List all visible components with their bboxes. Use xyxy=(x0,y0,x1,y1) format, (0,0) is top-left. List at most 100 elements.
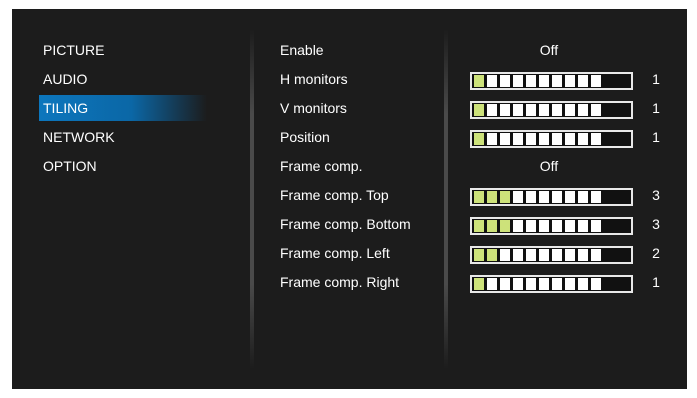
setting-label-h-monitors[interactable]: H monitors xyxy=(280,66,348,92)
slider-segment xyxy=(487,278,497,290)
setting-label-frame-comp[interactable]: Frame comp. xyxy=(280,153,362,179)
slider-segment xyxy=(487,133,497,145)
slider-segment xyxy=(487,249,497,261)
frame-comp-left-slider[interactable] xyxy=(470,246,633,264)
setting-label-frame-comp-top[interactable]: Frame comp. Top xyxy=(280,182,389,208)
slider-segment xyxy=(526,220,536,232)
menu-item-picture[interactable]: PICTURE xyxy=(39,37,207,63)
menu-item-network[interactable]: NETWORK xyxy=(39,124,207,150)
setting-label-position[interactable]: Position xyxy=(280,124,330,150)
slider-segment xyxy=(474,104,484,116)
slider-segment xyxy=(513,220,523,232)
slider-segment xyxy=(500,75,510,87)
slider-segment xyxy=(578,133,588,145)
slider-segment xyxy=(565,191,575,203)
setting-value-frame-comp-top: 3 xyxy=(652,187,660,203)
slider-segment xyxy=(526,75,536,87)
setting-value-frame-comp-right: 1 xyxy=(652,274,660,290)
frame-comp-top-slider[interactable] xyxy=(470,188,633,206)
slider-segment xyxy=(474,278,484,290)
setting-label-enable[interactable]: Enable xyxy=(280,37,324,63)
slider-segment xyxy=(539,249,549,261)
setting-label-v-monitors[interactable]: V monitors xyxy=(280,95,347,121)
menu-item-audio[interactable]: AUDIO xyxy=(39,66,207,92)
slider-segment xyxy=(565,104,575,116)
slider-segment xyxy=(565,75,575,87)
slider-segment xyxy=(487,75,497,87)
slider-segment xyxy=(500,191,510,203)
osd-menu: PICTURE AUDIO TILING NETWORK OPTION Enab… xyxy=(12,9,687,389)
slider-segment xyxy=(513,133,523,145)
slider-segment xyxy=(578,191,588,203)
slider-segment xyxy=(500,249,510,261)
slider-segment xyxy=(578,249,588,261)
slider-segment xyxy=(474,75,484,87)
setting-value-h-monitors: 1 xyxy=(652,71,660,87)
setting-label-frame-comp-right[interactable]: Frame comp. Right xyxy=(280,269,399,295)
slider-segment xyxy=(539,133,549,145)
slider-segment xyxy=(526,191,536,203)
slider-segment xyxy=(552,191,562,203)
slider-segment xyxy=(526,249,536,261)
slider-segment xyxy=(539,75,549,87)
setting-value-v-monitors: 1 xyxy=(652,100,660,116)
slider-segment xyxy=(487,220,497,232)
slider-segment xyxy=(591,249,601,261)
setting-value-enable[interactable]: Off xyxy=(470,37,628,63)
slider-segment xyxy=(539,278,549,290)
v-monitors-slider[interactable] xyxy=(470,101,633,119)
slider-segment xyxy=(591,191,601,203)
slider-segment xyxy=(500,133,510,145)
slider-segment xyxy=(474,133,484,145)
slider-segment xyxy=(539,104,549,116)
slider-segment xyxy=(578,220,588,232)
slider-segment xyxy=(552,220,562,232)
slider-segment xyxy=(513,75,523,87)
slider-segment xyxy=(552,249,562,261)
slider-segment xyxy=(552,278,562,290)
slider-segment xyxy=(487,104,497,116)
slider-segment xyxy=(578,104,588,116)
setting-value-position: 1 xyxy=(652,129,660,145)
slider-segment xyxy=(526,278,536,290)
slider-segment xyxy=(591,220,601,232)
slider-segment xyxy=(565,133,575,145)
slider-segment xyxy=(591,104,601,116)
slider-segment xyxy=(487,191,497,203)
column-divider-left xyxy=(250,29,254,369)
slider-segment xyxy=(552,104,562,116)
setting-label-frame-comp-left[interactable]: Frame comp. Left xyxy=(280,240,390,266)
slider-segment xyxy=(539,191,549,203)
setting-value-frame-comp[interactable]: Off xyxy=(470,153,628,179)
menu-item-option[interactable]: OPTION xyxy=(39,153,207,179)
slider-segment xyxy=(565,220,575,232)
frame-comp-bottom-slider[interactable] xyxy=(470,217,633,235)
slider-segment xyxy=(539,220,549,232)
slider-segment xyxy=(552,133,562,145)
h-monitors-slider[interactable] xyxy=(470,72,633,90)
slider-segment xyxy=(500,278,510,290)
slider-segment xyxy=(474,249,484,261)
slider-segment xyxy=(500,104,510,116)
setting-label-frame-comp-bottom[interactable]: Frame comp. Bottom xyxy=(280,211,411,237)
slider-segment xyxy=(474,220,484,232)
column-divider-right xyxy=(444,29,448,369)
slider-segment xyxy=(552,75,562,87)
slider-segment xyxy=(578,75,588,87)
slider-segment xyxy=(565,249,575,261)
slider-segment xyxy=(526,133,536,145)
slider-segment xyxy=(591,133,601,145)
slider-segment xyxy=(578,278,588,290)
setting-value-frame-comp-left: 2 xyxy=(652,245,660,261)
slider-segment xyxy=(513,249,523,261)
slider-segment xyxy=(591,278,601,290)
setting-value-frame-comp-bottom: 3 xyxy=(652,216,660,232)
slider-segment xyxy=(526,104,536,116)
frame-comp-right-slider[interactable] xyxy=(470,275,633,293)
menu-item-tiling[interactable]: TILING xyxy=(39,95,207,121)
slider-segment xyxy=(500,220,510,232)
slider-segment xyxy=(513,278,523,290)
position-slider[interactable] xyxy=(470,130,633,148)
slider-segment xyxy=(591,75,601,87)
slider-segment xyxy=(513,191,523,203)
